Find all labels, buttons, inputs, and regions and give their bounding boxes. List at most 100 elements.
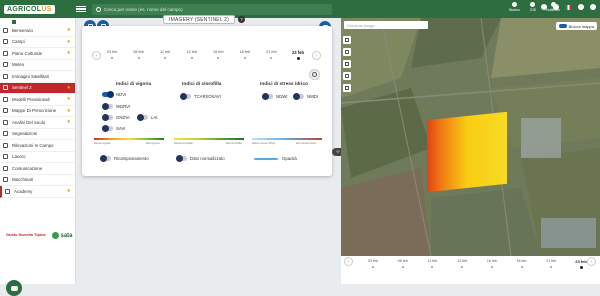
timeline-date[interactable]: 08 feb <box>129 50 149 54</box>
bottom-timeline-tick[interactable] <box>550 266 553 268</box>
language-flag-icon[interactable] <box>565 4 572 10</box>
toggle-gndvi[interactable]: GNDVI <box>102 114 130 121</box>
favorite-star-icon[interactable]: ★ <box>67 108 71 114</box>
timeline-tick[interactable] <box>296 57 300 60</box>
bottom-timeline-tick[interactable] <box>490 266 493 268</box>
favorite-star-icon[interactable]: ★ <box>67 96 71 102</box>
map-expand-button[interactable] <box>343 36 351 44</box>
timeline-tick[interactable] <box>111 57 113 59</box>
favorite-star-icon[interactable]: ★ <box>67 39 71 45</box>
timeline-tick[interactable] <box>270 57 273 59</box>
sidebar-item-immagini-satellitari[interactable]: Immagini Satellitari <box>0 71 75 83</box>
timeline-tick[interactable] <box>137 57 140 59</box>
partner-logo-sata: sata <box>51 232 73 239</box>
app-logo[interactable]: AGRICOLUS <box>0 0 72 18</box>
weather-icon <box>3 62 8 68</box>
avatar[interactable] <box>590 4 596 10</box>
sidebar-item-academy[interactable]: Academy ★ <box>0 186 75 198</box>
sidebar-item-piano-colturale[interactable]: Piano Colturale ★ <box>0 48 75 60</box>
bottom-timeline-date[interactable]: 16 feb <box>482 259 502 263</box>
sidebar-item-sentinel-2[interactable]: Sentinel 2 ★ <box>0 82 75 94</box>
index-settings-button[interactable] <box>309 69 320 80</box>
toggle-normalized[interactable]: Dato normalizzato <box>176 155 225 162</box>
sidebar-item-meteo[interactable]: Meteo <box>0 60 75 71</box>
timeline-date[interactable]: 23 feb <box>288 50 308 55</box>
sidebar-item-mappe-di-prescrizione[interactable]: Mappe Di Prescrizione ★ <box>0 106 75 117</box>
bottom-timeline-prev-button[interactable]: ‹ <box>344 257 353 266</box>
timeline-date[interactable]: 13 feb <box>182 50 202 54</box>
timeline-date[interactable]: 18 feb <box>235 50 255 54</box>
map-crop-button[interactable] <box>343 48 351 56</box>
grid-icon[interactable] <box>578 4 584 10</box>
sidebar-item-macchinari[interactable]: Macchinari <box>0 175 75 186</box>
history-button[interactable]: Storico <box>509 2 520 12</box>
map-date-timeline: ‹ › 03 feb 08 feb 11 feb 13 feb 16 feb 18 feb… <box>341 256 600 284</box>
map-view[interactable]: Cerca un luogo... Blocca mappa <box>341 18 600 256</box>
map-draw-button[interactable] <box>343 72 351 80</box>
favorite-star-icon[interactable]: ★ <box>67 119 71 125</box>
timeline-tick[interactable] <box>190 57 193 59</box>
bottom-timeline-date[interactable]: 11 feb <box>422 259 442 263</box>
help-icon-panel[interactable]: ? <box>238 16 245 23</box>
bottom-timeline-tick[interactable] <box>401 266 404 268</box>
sidebar-item-label: Campi <box>12 39 25 45</box>
toggle-lai[interactable]: LAI <box>137 114 157 121</box>
water-stress-low-label: basso stress idrico <box>252 141 276 145</box>
toggle-nmdi[interactable]: NMDI <box>293 93 318 100</box>
bottom-timeline-tick[interactable] <box>520 266 523 268</box>
map-search-input[interactable]: Cerca un luogo... <box>344 21 428 29</box>
timeline-next-button[interactable]: › <box>312 51 321 60</box>
timeline-date[interactable]: 16 feb <box>208 50 228 54</box>
sidebar-item-rilevazioni-in-campo[interactable]: Rilevazioni In Campo <box>0 140 75 152</box>
field-ndvi-overlay[interactable] <box>427 111 507 193</box>
favorite-star-icon[interactable]: ★ <box>67 50 71 56</box>
lock-map-toggle[interactable]: Blocca mappa <box>555 22 597 30</box>
bottom-timeline-date[interactable]: 18 feb <box>512 259 532 263</box>
bottom-timeline-tick[interactable] <box>372 266 374 268</box>
bottom-timeline-date[interactable]: 03 feb <box>363 259 383 263</box>
timeline-date[interactable]: 03 feb <box>102 50 122 54</box>
toggle-savi[interactable]: SAVI <box>102 125 125 132</box>
bottom-timeline-date[interactable]: 13 feb <box>452 259 472 263</box>
toggle-ndwi[interactable]: NDWI <box>262 93 287 100</box>
favorite-star-icon[interactable]: ★ <box>67 27 71 33</box>
timeline-date[interactable]: 11 feb <box>155 50 175 54</box>
bottom-timeline-tick[interactable] <box>461 266 464 268</box>
sidebar-item-lavoro[interactable]: Lavoro <box>0 152 75 163</box>
favorite-star-icon[interactable]: ★ <box>67 85 71 91</box>
opacity-slider[interactable] <box>254 158 278 160</box>
toggle-wdrvi[interactable]: WDRVI <box>102 103 130 110</box>
timeline-date[interactable]: 21 feb <box>261 50 281 54</box>
sidebar-collapse-icon[interactable] <box>12 19 16 24</box>
timeline-tick[interactable] <box>243 57 246 59</box>
help-icon[interactable] <box>541 4 547 10</box>
timeline-tick[interactable] <box>164 57 167 59</box>
chat-button[interactable] <box>6 280 22 296</box>
timeline-prev-button[interactable]: ‹ <box>92 51 101 60</box>
bottom-timeline-tick[interactable] <box>579 266 583 269</box>
sidebar-item-analisi-del-suolo[interactable]: Analisi Del Suolo ★ <box>0 117 75 129</box>
sidebar-item-campi[interactable]: Campi ★ <box>0 37 75 48</box>
sidebar-item-segnalazioni[interactable]: Segnalazioni <box>0 129 75 140</box>
models-icon <box>3 96 8 102</box>
gis-button[interactable]: GIS <box>530 2 536 12</box>
favorite-star-icon[interactable]: ★ <box>67 188 71 194</box>
bottom-timeline-date[interactable]: 21 feb <box>541 259 561 263</box>
sidebar-item-comunicazione[interactable]: Comunicazione <box>0 163 75 175</box>
map-layers-button[interactable] <box>343 60 351 68</box>
bottom-timeline-tick[interactable] <box>431 266 434 268</box>
toggle-tcari-osavi[interactable]: TCARI/OSAVI <box>180 93 221 100</box>
chat-icon <box>10 285 18 291</box>
bottom-timeline-date[interactable]: 08 feb <box>393 259 413 263</box>
timeline-tick[interactable] <box>217 57 220 59</box>
toggle-resample[interactable]: Ricampionamento <box>100 155 149 162</box>
menu-icon[interactable] <box>76 4 86 14</box>
toggle-ndvi[interactable]: NDVI <box>102 91 126 98</box>
sidebar-item-modelli-previsionali[interactable]: Modelli Previsionali ★ <box>0 94 75 106</box>
map-camera-button[interactable] <box>343 84 351 92</box>
sidebar-item-benvenuto[interactable]: Benvenuto ★ <box>0 25 75 37</box>
search-input[interactable]: Cerca per nome (es. nome del campo) <box>92 3 332 15</box>
bottom-timeline-date[interactable]: 23 feb <box>571 259 591 264</box>
info-icon[interactable] <box>553 4 559 10</box>
vigor-title: Indici di vigoria <box>116 82 152 87</box>
